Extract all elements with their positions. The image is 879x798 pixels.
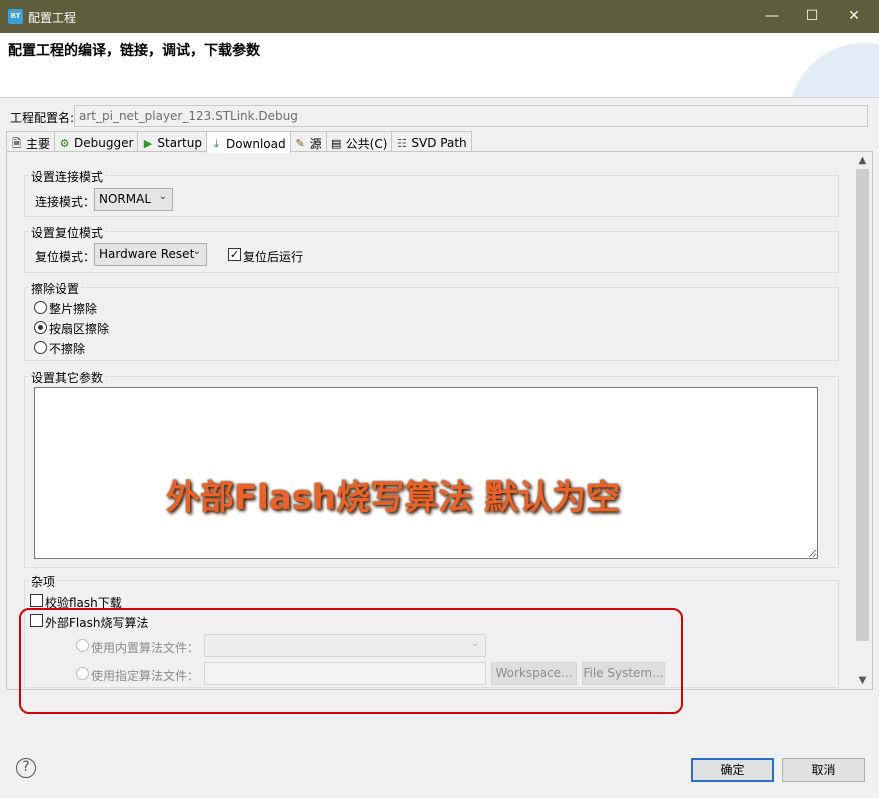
tab-debugger[interactable]: ⚙ Debugger bbox=[54, 131, 139, 152]
tab-svd-path[interactable]: ☷ SVD Path bbox=[391, 131, 472, 152]
play-icon: ▶ bbox=[143, 136, 153, 150]
tab-label: 公共(C) bbox=[345, 136, 388, 151]
tab-label: Download bbox=[225, 136, 286, 151]
highlight-outline bbox=[19, 608, 683, 714]
erase-none-label: 不擦除 bbox=[49, 342, 86, 356]
tab-label: SVD Path bbox=[411, 136, 467, 150]
tab-main[interactable]: 🗎 主要 bbox=[6, 131, 56, 152]
minimize-button[interactable]: — bbox=[752, 0, 792, 33]
title-bar: RT 配置工程 — ☐ ✕ bbox=[0, 0, 879, 33]
tab-label: 主要 bbox=[26, 136, 51, 151]
scroll-up-icon[interactable]: ▲ bbox=[854, 152, 871, 169]
scrollbar-thumb[interactable] bbox=[856, 169, 869, 641]
app-icon: RT bbox=[8, 9, 23, 24]
reset-mode-value: Hardware Reset bbox=[99, 247, 195, 261]
erase-full-label: 整片擦除 bbox=[49, 302, 98, 316]
connection-mode-select[interactable]: NORMAL ⌄ bbox=[94, 188, 173, 211]
header-banner: 配置工程的编译，链接，调试，下载参数 bbox=[0, 33, 879, 98]
chevron-down-icon: ⌄ bbox=[192, 246, 201, 257]
erase-group bbox=[24, 287, 839, 361]
ok-button[interactable]: 确定 bbox=[691, 758, 774, 782]
scroll-down-icon[interactable]: ▼ bbox=[854, 672, 871, 689]
annotation-text: 外部Flash烧写算法 默认为空 bbox=[166, 478, 621, 518]
dialog-heading: 配置工程的编译，链接，调试，下载参数 bbox=[8, 43, 260, 59]
run-after-reset-label: 复位后运行 bbox=[243, 250, 304, 264]
misc-group-label: 杂项 bbox=[29, 573, 58, 590]
run-after-reset-checkbox[interactable]: ✓ bbox=[228, 248, 241, 261]
reset-mode-select[interactable]: Hardware Reset ⌄ bbox=[94, 243, 207, 266]
tab-bar: 🗎 主要 ⚙ Debugger ▶ Startup ⤓ Download ✎ 源… bbox=[6, 131, 472, 153]
erase-group-label: 擦除设置 bbox=[29, 280, 82, 297]
tab-label: 源 bbox=[309, 136, 322, 151]
erase-sector-radio[interactable] bbox=[34, 321, 47, 334]
banner-decoration bbox=[789, 43, 879, 97]
other-params-group-label: 设置其它参数 bbox=[29, 369, 106, 386]
chevron-down-icon: ⌄ bbox=[158, 191, 167, 202]
verify-flash-checkbox[interactable] bbox=[30, 594, 43, 607]
cancel-button[interactable]: 取消 bbox=[782, 758, 865, 782]
connection-group-label: 设置连接模式 bbox=[29, 168, 106, 185]
bug-icon: ⚙ bbox=[59, 136, 70, 150]
window-title: 配置工程 bbox=[28, 11, 77, 25]
config-name-field[interactable] bbox=[74, 105, 868, 127]
help-icon[interactable]: ? bbox=[16, 758, 36, 778]
tab-startup[interactable]: ▶ Startup bbox=[137, 131, 207, 152]
tab-label: Debugger bbox=[74, 136, 134, 150]
reset-mode-label: 复位模式： bbox=[35, 250, 96, 264]
tab-common[interactable]: ▤ 公共(C) bbox=[325, 131, 393, 152]
common-icon: ▤ bbox=[330, 136, 342, 150]
tab-source[interactable]: ✎ 源 bbox=[289, 131, 327, 152]
maximize-button[interactable]: ☐ bbox=[792, 0, 832, 33]
download-icon: ⤓ bbox=[214, 137, 219, 150]
erase-full-radio[interactable] bbox=[34, 301, 47, 314]
erase-none-radio[interactable] bbox=[34, 341, 47, 354]
config-name-label: 工程配置名: bbox=[10, 111, 75, 125]
connection-mode-label: 连接模式： bbox=[35, 195, 96, 209]
connection-mode-value: NORMAL bbox=[99, 192, 152, 206]
erase-sector-label: 按扇区擦除 bbox=[49, 322, 110, 336]
source-icon: ✎ bbox=[295, 136, 305, 150]
svd-icon: ☷ bbox=[396, 136, 407, 150]
reset-group-label: 设置复位模式 bbox=[29, 224, 106, 241]
document-icon: 🗎 bbox=[12, 136, 21, 150]
vertical-scrollbar[interactable]: ▲ ▼ bbox=[854, 152, 871, 689]
close-button[interactable]: ✕ bbox=[834, 0, 874, 33]
tab-label: Startup bbox=[157, 136, 202, 150]
tab-download[interactable]: ⤓ Download bbox=[205, 131, 291, 153]
